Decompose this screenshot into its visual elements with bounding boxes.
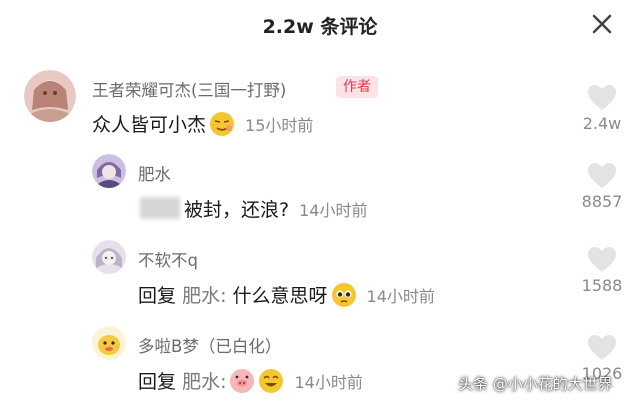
author-badge: 作者 [336, 76, 378, 98]
reply-target[interactable]: 肥水: [182, 285, 226, 307]
comment-time: 14小时前 [294, 373, 363, 392]
heart-icon[interactable] [587, 84, 617, 111]
like-group: 2.4w [572, 84, 632, 133]
like-group: 8857 [572, 162, 632, 211]
comment-body: 什么意思呀 [232, 285, 328, 307]
comment-body: 被封，还浪? [184, 199, 290, 221]
reply-target[interactable]: 肥水: [182, 371, 226, 393]
heart-icon[interactable] [587, 334, 617, 361]
pig-emoji-icon [230, 369, 255, 393]
comment-body: 众人皆可小杰 [92, 114, 207, 136]
user-avatar[interactable] [92, 240, 126, 274]
heart-icon[interactable] [587, 246, 617, 273]
comment-text: 被封，还浪? 14小时前 [184, 195, 367, 222]
smirk-emoji-icon [210, 112, 235, 136]
like-count: 1588 [581, 276, 623, 295]
watermark: 头条 @小小花的大世界 [458, 375, 613, 393]
like-group: 1588 [572, 246, 632, 295]
reply-label: 回复 [138, 285, 177, 307]
heart-icon[interactable] [587, 162, 617, 189]
reply-label: 回复 [138, 371, 177, 393]
comment-username[interactable]: 多啦B梦（已白化） [138, 333, 281, 357]
censored-text [140, 197, 180, 219]
comment-text: 回复 肥水: 什么意思呀 14小时前 [138, 281, 435, 308]
grin-emoji-icon [259, 369, 284, 393]
comment-text: 众人皆可小杰 15小时前 [92, 110, 313, 137]
comment-username[interactable]: 肥水 [138, 161, 171, 185]
comment-time: 14小时前 [366, 287, 435, 306]
user-avatar[interactable] [92, 326, 126, 360]
like-count: 8857 [581, 192, 623, 211]
comment-time: 14小时前 [299, 201, 368, 220]
pleading-emoji-icon [331, 283, 356, 307]
comment-time: 15小时前 [245, 116, 314, 135]
comments-title: 2.2w 条评论 [262, 16, 378, 38]
comment-text: 回复 肥水: 14小时前 [138, 367, 363, 394]
like-count: 2.4w [582, 114, 622, 133]
user-avatar[interactable] [92, 154, 126, 188]
author-avatar[interactable] [24, 70, 76, 122]
comment-username[interactable]: 王者荣耀可杰(三国一打野) [92, 77, 286, 101]
close-icon[interactable] [588, 10, 616, 38]
comment-username[interactable]: 不软不q [138, 247, 198, 271]
